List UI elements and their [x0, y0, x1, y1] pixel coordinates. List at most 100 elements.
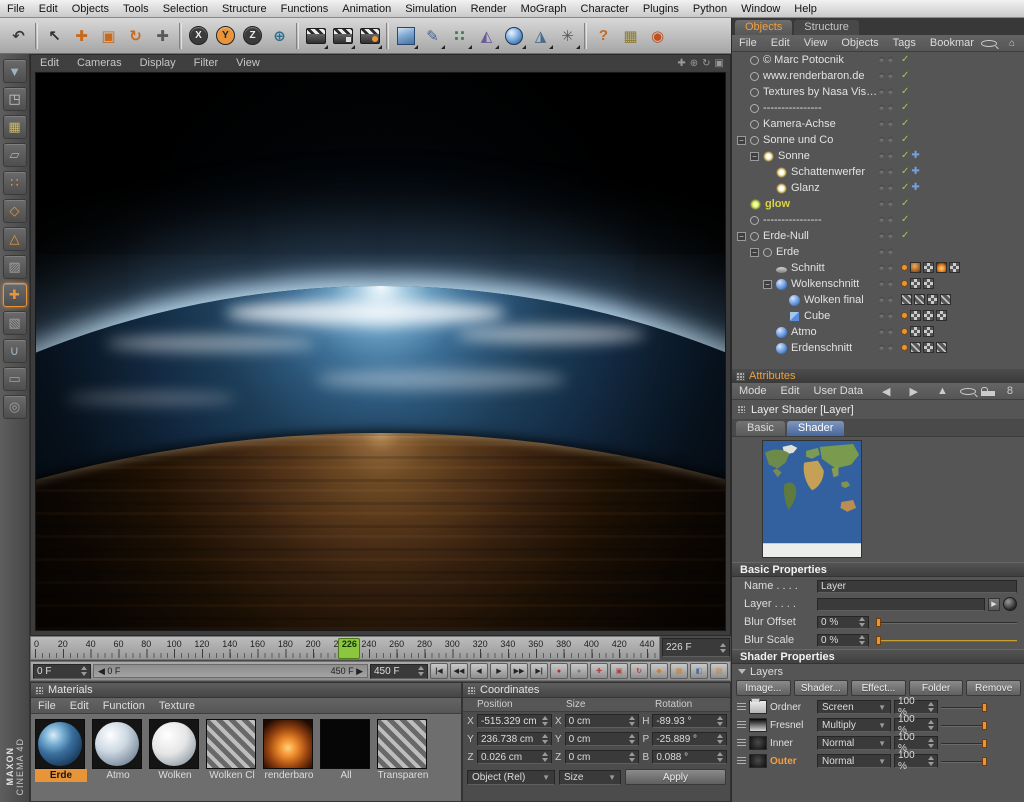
shader-layer-row[interactable]: OrdnerScreen▼100 % — [732, 698, 1024, 716]
tree-item[interactable]: ----------------✓ — [732, 212, 1024, 228]
live-selection-tool-icon[interactable]: ↖ — [41, 22, 68, 50]
visibility-dots[interactable] — [879, 105, 893, 110]
texture-tag-icon[interactable] — [923, 278, 934, 289]
panel-grid-icon[interactable] — [35, 686, 44, 695]
render-picture-viewer-button-icon[interactable] — [329, 22, 356, 50]
timeline-end-field[interactable]: 450 F — [370, 664, 428, 679]
texture-tag-icon[interactable] — [923, 326, 934, 337]
tree-item[interactable]: www.renderbaron.de✓ — [732, 68, 1024, 84]
visibility-dot[interactable] — [888, 201, 893, 206]
ik-toggle-button[interactable]: ▤ — [710, 663, 728, 679]
menu-edit[interactable]: Edit — [32, 0, 65, 18]
objects-menu-file[interactable]: File — [732, 37, 764, 49]
objects-menu-tags[interactable]: Tags — [886, 37, 923, 49]
blur-offset-stepper[interactable] — [859, 617, 865, 627]
opacity-field[interactable]: 100 % — [894, 736, 938, 750]
toggle-view-icon[interactable]: ▣ — [715, 58, 724, 69]
visibility-dots[interactable] — [879, 297, 893, 302]
visibility-dot[interactable] — [888, 121, 893, 126]
visibility-dots[interactable] — [879, 57, 893, 62]
key-position-button[interactable]: ✚ — [590, 663, 608, 679]
expander-icon[interactable]: − — [750, 152, 759, 161]
texture-axis-mode-icon[interactable]: ▧ — [3, 311, 27, 335]
coordinate-field[interactable]: 0 cm — [565, 732, 640, 746]
texture-tag-icon[interactable] — [949, 262, 960, 273]
texture-tag-icon[interactable] — [927, 294, 938, 305]
enabled-check-icon[interactable]: ✓ — [901, 214, 909, 225]
visibility-dots[interactable] — [879, 137, 893, 142]
tree-item[interactable]: −Erde-Null✓ — [732, 228, 1024, 244]
menu-render[interactable]: Render — [464, 0, 514, 18]
visibility-dot[interactable] — [879, 217, 884, 222]
fresnel-layer-thumbnail[interactable] — [749, 718, 767, 732]
tree-item[interactable]: Erdenschnitt — [732, 340, 1024, 356]
texture-tag-icon[interactable] — [910, 310, 921, 321]
last-used-tool-icon[interactable]: ✚ — [149, 22, 176, 50]
pan-view-icon[interactable]: ✚ — [677, 58, 685, 69]
transparen-material-thumbnail[interactable] — [377, 719, 427, 769]
tree-item[interactable]: −Sonne✓✚ — [732, 148, 1024, 164]
layer-dropdown-button[interactable]: ▶ — [988, 598, 1000, 611]
layer-color-dot[interactable] — [901, 328, 908, 335]
enabled-check-icon[interactable]: ✓ — [901, 230, 909, 241]
layer-color-dot[interactable] — [901, 344, 908, 351]
visibility-dot[interactable] — [879, 73, 884, 78]
object-mode-dropdown[interactable]: Object (Rel) ▼ — [467, 770, 555, 785]
visibility-dots[interactable] — [879, 89, 893, 94]
visibility-dots[interactable] — [879, 329, 893, 334]
tree-item[interactable]: −Wolkenschnitt — [732, 276, 1024, 292]
wolken-material-thumbnail[interactable] — [149, 719, 199, 769]
help-button-icon[interactable]: ? — [590, 22, 617, 50]
image-button[interactable]: Image... — [736, 680, 791, 696]
enabled-check-icon[interactable]: ✓ — [901, 166, 909, 177]
drag-handle-icon[interactable] — [737, 721, 746, 730]
visibility-dots[interactable] — [879, 201, 893, 206]
solo-button[interactable]: ◧ — [690, 663, 708, 679]
enabled-check-icon[interactable]: ✓ — [901, 182, 909, 193]
opacity-field[interactable]: 100 % — [894, 754, 938, 768]
menu-plugins[interactable]: Plugins — [636, 0, 686, 18]
menu-file[interactable]: File — [0, 0, 32, 18]
coordinate-field[interactable]: 0 cm — [565, 750, 640, 764]
texture-tag-icon[interactable] — [923, 342, 934, 353]
texture-tag-icon[interactable] — [940, 294, 951, 305]
tree-item[interactable]: −Sonne und Co✓ — [732, 132, 1024, 148]
apply-button[interactable]: Apply — [625, 769, 726, 785]
prev-arrow-icon[interactable]: ◀ — [875, 385, 897, 398]
texture-tag-icon[interactable] — [910, 342, 921, 353]
next-arrow-icon[interactable]: ▶ — [903, 385, 925, 398]
scale-tool-icon[interactable]: ▣ — [95, 22, 122, 50]
erde-material-thumbnail[interactable] — [35, 719, 85, 769]
add-primitive-button-icon[interactable] — [392, 22, 419, 50]
visibility-dot[interactable] — [888, 249, 893, 254]
objects-menu-view[interactable]: View — [797, 37, 835, 49]
shader-layer-row[interactable]: InnerNormal▼100 % — [732, 734, 1024, 752]
enabled-check-icon[interactable]: ✓ — [901, 198, 909, 209]
opacity-slider[interactable] — [941, 703, 987, 712]
axis-tag-icon[interactable]: ✚ — [911, 182, 919, 193]
ordner-layer-thumbnail[interactable] — [749, 700, 767, 714]
visibility-dot[interactable] — [888, 105, 893, 110]
material-item[interactable]: Erde — [35, 719, 87, 796]
visibility-dot[interactable] — [888, 217, 893, 222]
visibility-dots[interactable] — [879, 153, 893, 158]
material-item[interactable]: Transparen — [377, 719, 429, 796]
move-tool-icon[interactable]: ✚ — [68, 22, 95, 50]
blend-mode-dropdown[interactable]: Normal▼ — [817, 754, 891, 768]
attributes-menu-user-data[interactable]: User Data — [807, 385, 871, 397]
visibility-dot[interactable] — [879, 185, 884, 190]
all-material-thumbnail[interactable] — [320, 719, 370, 769]
visibility-dots[interactable] — [879, 233, 893, 238]
model-mode-icon[interactable]: ◳ — [3, 87, 27, 111]
tree-item[interactable]: Schnitt — [732, 260, 1024, 276]
visibility-dot[interactable] — [879, 249, 884, 254]
opacity-slider[interactable] — [941, 739, 987, 748]
menu-structure[interactable]: Structure — [215, 0, 274, 18]
visibility-dot[interactable] — [888, 153, 893, 158]
visibility-dot[interactable] — [888, 57, 893, 62]
goto-end-button[interactable]: ▶| — [530, 663, 548, 679]
tree-item[interactable]: Glanz✓✚ — [732, 180, 1024, 196]
layer-color-dot[interactable] — [901, 264, 908, 271]
visibility-dot[interactable] — [879, 281, 884, 286]
visibility-dot[interactable] — [888, 233, 893, 238]
